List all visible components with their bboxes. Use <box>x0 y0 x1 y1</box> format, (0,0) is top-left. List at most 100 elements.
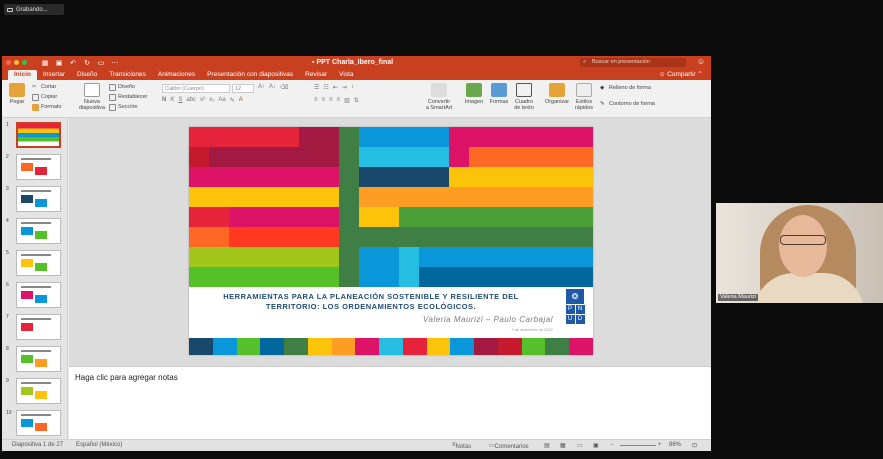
tab-diseno[interactable]: Diseño <box>71 70 103 80</box>
align-right-icon[interactable]: ≡ <box>329 97 333 104</box>
sdg-mosaic <box>189 127 593 287</box>
font-size-select[interactable]: 12 <box>232 84 254 93</box>
share-button[interactable]: ☺ Compartir ⌃ <box>659 70 703 78</box>
slide-thumbnails-pane[interactable]: 1 2 3 4 5 6 7 8 9 10 <box>2 118 68 439</box>
reset-button[interactable]: Restablecer <box>109 92 147 102</box>
line-spacing-icon[interactable]: ↕ <box>351 84 354 91</box>
slide-thumbnail[interactable]: 8 <box>6 346 64 373</box>
redo-icon[interactable]: ↻ <box>83 59 91 67</box>
tab-transiciones[interactable]: Transiciones <box>103 70 152 80</box>
shape-fill-label: Relleno de forma <box>609 85 651 91</box>
zoom-level[interactable]: 86% <box>669 442 681 448</box>
subscript-icon[interactable]: x₂ <box>209 97 214 104</box>
language-status[interactable]: Español (México) <box>76 442 122 448</box>
zoom-slider[interactable] <box>620 445 656 446</box>
reading-view-icon[interactable]: ▭ <box>577 442 583 449</box>
thumbnail-shape <box>21 291 33 299</box>
highlight-icon[interactable]: ✎ <box>230 97 235 104</box>
layout-button[interactable]: Diseño <box>109 82 147 92</box>
comments-button[interactable]: ▭ Comentarios <box>489 442 529 450</box>
section-label: Sección <box>118 104 138 110</box>
tab-revisar[interactable]: Revisar <box>299 70 333 80</box>
section-icon <box>109 103 116 111</box>
font-color-icon[interactable]: A <box>239 97 243 104</box>
quick-access-toolbar: ▦ ▣ ↶ ↻ ▭ ⋯ <box>41 59 119 67</box>
fit-slide-icon[interactable]: ⊡ <box>692 442 697 449</box>
clear-format-icon[interactable]: ⌫ <box>280 84 288 91</box>
image-button[interactable]: Imagen <box>462 83 486 105</box>
superscript-icon[interactable]: x² <box>200 97 205 104</box>
columns-icon[interactable]: ▥ <box>344 97 350 104</box>
slide-thumbnail[interactable]: 1 <box>6 122 64 149</box>
grow-font-icon[interactable]: A↑ <box>258 84 265 91</box>
paste-button[interactable]: Pegar <box>5 83 29 105</box>
maximize-window-button[interactable] <box>22 60 27 65</box>
notes-button[interactable]: ≡ Notas <box>452 442 471 450</box>
account-icon[interactable]: ☺ <box>697 57 705 66</box>
current-slide[interactable]: HERRAMIENTAS PARA LA PLANEACIÓN SOSTENIB… <box>189 127 593 355</box>
tab-vista[interactable]: Vista <box>333 70 359 80</box>
text-direction-icon[interactable]: ⇅ <box>354 97 359 104</box>
sidebar-toggle-icon[interactable]: ▦ <box>41 59 49 67</box>
notes-pane[interactable]: Haga clic para agregar notas <box>69 366 711 439</box>
section-button[interactable]: Sección <box>109 102 147 112</box>
new-slide-button[interactable]: Nueva diapositiva <box>78 83 106 111</box>
slide-thumbnail-number: 1 <box>6 122 9 128</box>
tab-animaciones[interactable]: Animaciones <box>152 70 201 80</box>
justify-icon[interactable]: ≡ <box>337 97 341 104</box>
shape-outline-label: Contorno de forma <box>609 101 655 107</box>
decrease-indent-icon[interactable]: ⇤ <box>333 84 338 91</box>
shrink-font-icon[interactable]: A↓ <box>269 84 276 91</box>
search-field[interactable]: ⌕ Buscar en presentación <box>580 58 686 67</box>
bold-icon[interactable]: N <box>162 97 166 104</box>
slide-thumbnail[interactable]: 7 <box>6 314 64 341</box>
close-window-button[interactable] <box>6 60 11 65</box>
slide-thumbnail[interactable]: 4 <box>6 218 64 245</box>
shape-outline-button[interactable]: ✎ Contorno de forma <box>600 99 655 109</box>
format-painter-button[interactable]: Formato <box>32 102 61 112</box>
increase-indent-icon[interactable]: ⇥ <box>342 84 347 91</box>
italic-icon[interactable]: K <box>170 97 174 104</box>
convert-smartart-button[interactable]: Convertir a SmartArt <box>424 83 454 111</box>
normal-view-icon[interactable]: ▤ <box>544 442 550 449</box>
save-icon[interactable]: ▣ <box>55 59 63 67</box>
cut-button[interactable]: ✂ Cortar <box>32 82 61 92</box>
case-icon[interactable]: Aa <box>218 97 225 104</box>
slide-thumbnail[interactable]: 9 <box>6 378 64 405</box>
minimize-window-button[interactable] <box>14 60 19 65</box>
zoom-in-icon[interactable]: + <box>658 442 662 448</box>
slide-thumbnail[interactable]: 3 <box>6 186 64 213</box>
present-icon[interactable]: ▭ <box>97 59 105 67</box>
quick-styles-button[interactable]: Estilos rápidos <box>572 83 596 111</box>
copy-button[interactable]: Copiar <box>32 92 61 102</box>
slide-thumbnail[interactable]: 2 <box>6 154 64 181</box>
record-icon <box>7 7 13 12</box>
slide-editor[interactable]: HERRAMIENTAS PARA LA PLANEACIÓN SOSTENIB… <box>69 118 711 366</box>
shape-fill-button[interactable]: ◆ Relleno de forma <box>600 83 655 93</box>
tab-inicio[interactable]: Inicio <box>8 70 37 80</box>
align-center-icon[interactable]: ≡ <box>322 97 326 104</box>
zoom-out-icon[interactable]: − <box>610 442 614 448</box>
sorter-view-icon[interactable]: ▦ <box>560 442 566 449</box>
slideshow-view-icon[interactable]: ▣ <box>593 442 599 449</box>
numbering-icon[interactable]: ☷ <box>323 84 328 91</box>
arrange-button[interactable]: Organizar <box>543 83 571 105</box>
slide-count: Diapositiva 1 de 27 <box>12 442 64 448</box>
slide-thumbnail[interactable]: 5 <box>6 250 64 277</box>
strike-icon[interactable]: abc <box>186 97 196 104</box>
font-name-select[interactable]: Calibri (Cuerpo) <box>162 84 230 93</box>
tab-presentacion[interactable]: Presentación con diapositivas <box>201 70 299 80</box>
shapes-button[interactable]: Formas <box>487 83 511 105</box>
undo-icon[interactable]: ↶ <box>69 59 77 67</box>
slide-thumbnail[interactable]: 10 <box>6 410 64 437</box>
thumbnail-shape <box>21 195 33 203</box>
slide-thumbnail-number: 8 <box>6 346 9 352</box>
thumbnail-shape <box>35 263 47 271</box>
bullets-icon[interactable]: ☰ <box>314 84 319 91</box>
align-left-icon[interactable]: ≡ <box>314 97 318 104</box>
slide-thumbnail[interactable]: 6 <box>6 282 64 309</box>
customize-icon[interactable]: ⋯ <box>111 59 119 67</box>
underline-icon[interactable]: S <box>178 97 182 104</box>
textbox-button[interactable]: Cuadro de texto <box>512 83 536 111</box>
tab-insertar[interactable]: Insertar <box>37 70 71 80</box>
